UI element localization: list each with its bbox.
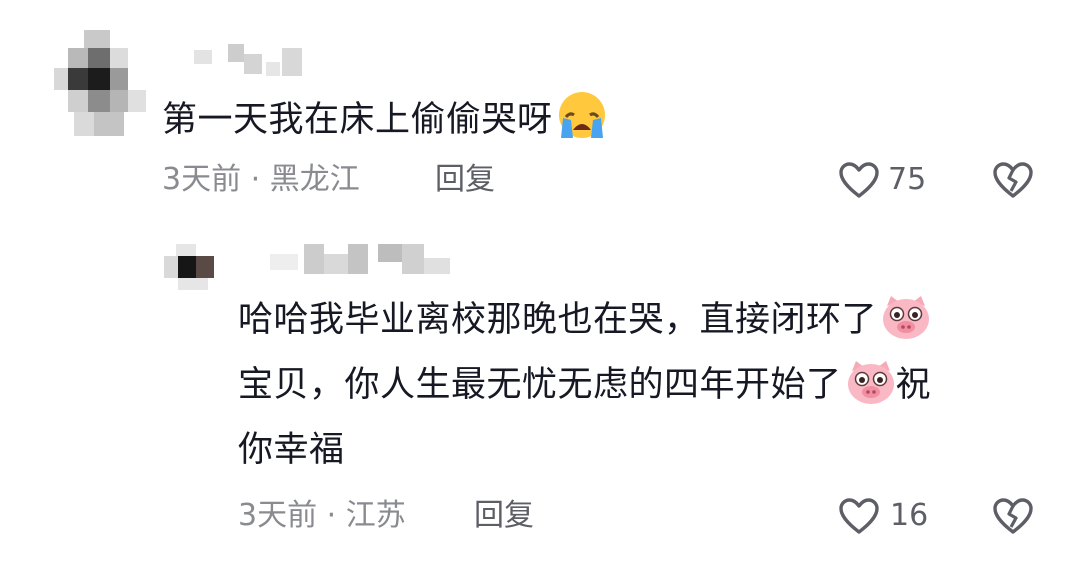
like-button[interactable]: [838, 161, 880, 199]
heart-icon: [838, 161, 880, 199]
reply-text-line-3: 你幸福: [238, 430, 345, 470]
comment-location: 黑龙江: [269, 162, 360, 197]
broken-heart-icon: [992, 161, 1034, 199]
comment-meta: 3天前 · 黑龙江: [162, 160, 360, 200]
avatar[interactable]: [54, 30, 146, 136]
reply-text-line-2: 宝贝，你人生最无忧无虑的四年开始了: [238, 365, 842, 405]
meta-separator: ·: [250, 162, 261, 197]
meta-separator: ·: [326, 498, 337, 533]
like-count: 16: [890, 498, 929, 533]
username[interactable]: [194, 44, 306, 82]
pig-face-icon: [846, 359, 896, 422]
dislike-button[interactable]: [992, 497, 1034, 535]
pig-face-icon: [881, 294, 931, 357]
reply-text-line-1: 哈哈我毕业离校那晚也在哭，直接闭环了: [238, 300, 878, 340]
comment-time: 3天前: [162, 162, 242, 197]
dislike-button[interactable]: [992, 161, 1034, 199]
reply-button[interactable]: 回复: [474, 496, 534, 536]
username[interactable]: [270, 240, 456, 280]
avatar[interactable]: [164, 244, 218, 290]
comment-location: 江苏: [345, 498, 406, 533]
heart-icon: [838, 497, 880, 535]
comment-text: 第一天我在床上偷偷哭呀: [162, 90, 607, 157]
loudly-crying-face-icon: [557, 90, 607, 157]
like-button[interactable]: [838, 497, 880, 535]
comment-time: 3天前: [238, 498, 318, 533]
broken-heart-icon: [992, 497, 1034, 535]
comment-text-content: 第一天我在床上偷偷哭呀: [162, 100, 553, 140]
like-count: 75: [888, 162, 927, 197]
reply-text: 哈哈我毕业离校那晚也在哭，直接闭环了 宝贝，你人生最无忧无虑的四年开始了 祝 你…: [238, 292, 1028, 478]
reply-button[interactable]: 回复: [435, 160, 495, 200]
reply-text-line-2-tail: 祝: [895, 365, 932, 405]
comment-meta: 3天前 · 江苏: [238, 496, 406, 536]
